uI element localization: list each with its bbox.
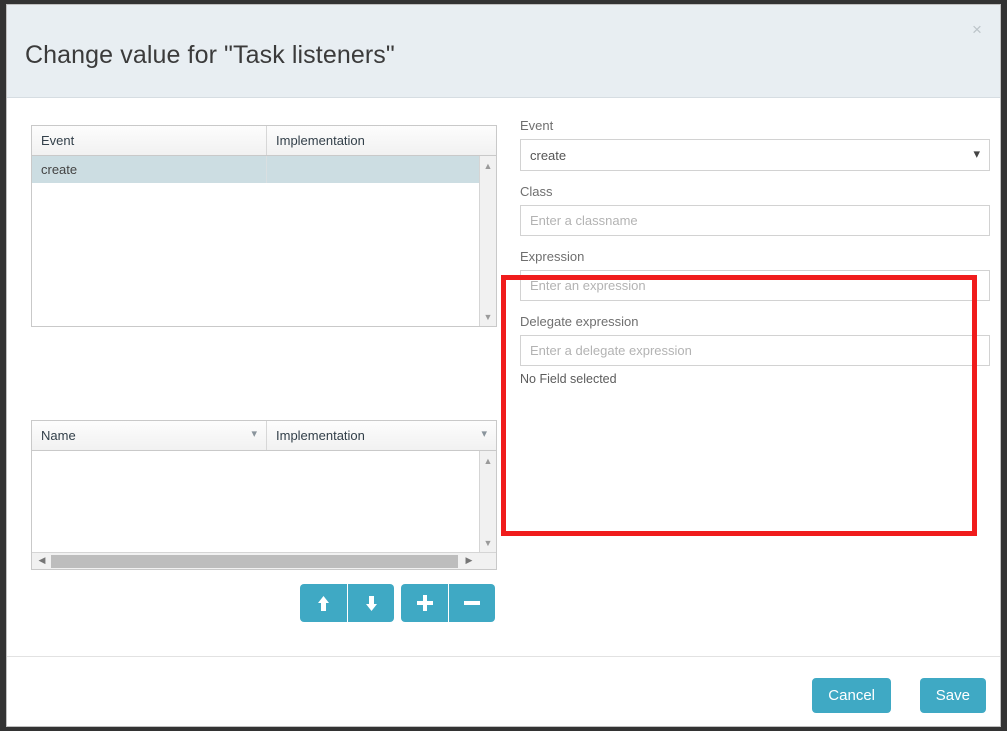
event-select[interactable]: create bbox=[520, 139, 990, 171]
scroll-up-icon[interactable]: ▲ bbox=[480, 453, 496, 469]
field-add-remove-group bbox=[401, 584, 495, 622]
class-input[interactable] bbox=[520, 205, 990, 236]
column-header-implementation[interactable]: Implementation bbox=[267, 126, 496, 155]
column-header-field-implementation-label: Implementation bbox=[276, 428, 365, 443]
listener-table-header: Event Implementation bbox=[32, 126, 496, 156]
cell-implementation bbox=[267, 156, 496, 183]
delegate-expression-label: Delegate expression bbox=[520, 314, 990, 329]
fields-table-vscrollbar[interactable]: ▲ ▼ bbox=[479, 451, 496, 553]
expression-field-group: Expression bbox=[520, 249, 990, 301]
listener-table-vscrollbar[interactable]: ▲ ▼ bbox=[479, 156, 496, 327]
column-header-name[interactable]: Name ▾ bbox=[32, 421, 267, 450]
event-select-wrapper: create ▾ bbox=[520, 139, 990, 171]
event-label: Event bbox=[520, 118, 990, 133]
hscroll-thumb[interactable] bbox=[51, 555, 458, 568]
fields-table-header: Name ▾ Implementation ▾ bbox=[32, 421, 496, 451]
dialog-header: Change value for "Task listeners" × bbox=[7, 5, 1001, 98]
scroll-down-icon[interactable]: ▼ bbox=[480, 309, 496, 325]
listener-table: Event Implementation create ▲ ▼ bbox=[31, 125, 497, 327]
remove-field-button[interactable] bbox=[448, 584, 495, 622]
fields-table-hscrollbar[interactable]: ◀ ▶ bbox=[32, 552, 496, 569]
cell-event: create bbox=[32, 156, 267, 183]
expression-input[interactable] bbox=[520, 270, 990, 301]
fields-toolbar bbox=[300, 584, 495, 622]
listener-table-body: create bbox=[32, 156, 496, 327]
column-header-field-implementation[interactable]: Implementation ▾ bbox=[267, 421, 496, 450]
change-value-dialog: Change value for "Task listeners" × Even… bbox=[6, 4, 1001, 727]
cancel-button[interactable]: Cancel bbox=[812, 678, 891, 713]
event-field-group: Event create ▾ bbox=[520, 118, 990, 171]
delegate-expression-field-group: Delegate expression bbox=[520, 314, 990, 366]
field-move-group bbox=[300, 584, 394, 622]
column-header-name-label: Name bbox=[41, 428, 76, 443]
save-button[interactable]: Save bbox=[920, 678, 986, 713]
fields-table-body bbox=[32, 451, 496, 553]
scroll-right-icon[interactable]: ▶ bbox=[461, 553, 477, 569]
expression-label: Expression bbox=[520, 249, 990, 264]
scroll-down-icon[interactable]: ▼ bbox=[480, 535, 496, 551]
dialog-body: Event Implementation create ▲ ▼ bbox=[7, 98, 1001, 656]
column-header-event[interactable]: Event bbox=[32, 126, 267, 155]
delegate-expression-input[interactable] bbox=[520, 335, 990, 366]
page-title: Change value for "Task listeners" bbox=[25, 41, 395, 70]
dialog-footer: Cancel Save bbox=[7, 656, 1001, 727]
no-field-selected-text: No Field selected bbox=[520, 372, 990, 386]
table-row[interactable]: create bbox=[32, 156, 496, 183]
field-move-down-button[interactable] bbox=[347, 584, 394, 622]
close-icon[interactable]: × bbox=[964, 17, 990, 43]
class-label: Class bbox=[520, 184, 990, 199]
field-move-up-button[interactable] bbox=[300, 584, 347, 622]
add-field-button[interactable] bbox=[401, 584, 448, 622]
class-field-group: Class bbox=[520, 184, 990, 236]
chevron-down-icon[interactable]: ▾ bbox=[251, 421, 257, 450]
scroll-up-icon[interactable]: ▲ bbox=[480, 158, 496, 174]
scroll-left-icon[interactable]: ◀ bbox=[34, 553, 50, 569]
listener-detail-form: Event create ▾ Class Expression Delegate… bbox=[520, 118, 990, 386]
fields-table: Name ▾ Implementation ▾ ▲ ▼ ◀ ▶ bbox=[31, 420, 497, 570]
chevron-down-icon[interactable]: ▾ bbox=[481, 421, 487, 450]
